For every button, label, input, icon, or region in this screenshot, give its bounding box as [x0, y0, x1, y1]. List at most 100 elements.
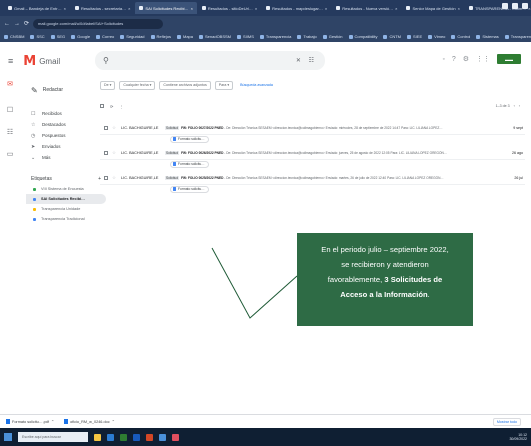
- tab-close-icon[interactable]: ×: [458, 6, 460, 11]
- download-item[interactable]: Formato solicitu….pdf ⌃: [6, 419, 54, 424]
- rail-meet[interactable]: ▭: [4, 150, 16, 158]
- attachment-chip[interactable]: Formato solicitu…: [170, 135, 209, 143]
- email-row[interactable]: ☆ LIC. BACHIGUIRE,LE Solicitud FW: FOLIO 00…: [100, 147, 525, 160]
- tab-close-icon[interactable]: ×: [64, 6, 66, 11]
- search-icon[interactable]: ⚲: [103, 56, 109, 65]
- bookmark-item[interactable]: SEG: [50, 34, 65, 39]
- apps-icon[interactable]: ⋮⋮: [476, 55, 490, 63]
- refresh-icon[interactable]: ⟳: [110, 104, 113, 109]
- search-input[interactable]: ⚲ ✕ ☷: [95, 51, 325, 70]
- attachment-chip[interactable]: Formato solicitu…: [170, 185, 209, 193]
- gmail-logo[interactable]: M Gmail: [23, 54, 60, 69]
- rail-mail[interactable]: ✉: [4, 80, 16, 88]
- chevron-up-icon[interactable]: ⌃: [51, 419, 54, 424]
- tab-close-icon[interactable]: ×: [191, 6, 193, 11]
- label-item[interactable]: Transparencia Unidade: [26, 204, 106, 214]
- email-row[interactable]: ☆ LIC. BACHIGUIRE,LE Solicitud FW: FOLIO 00…: [100, 122, 525, 135]
- download-item[interactable]: oficio_RM_w_0246.doc ⌃: [64, 419, 115, 424]
- bookmark-item[interactable]: CNSBM: [4, 34, 24, 39]
- rail-chat[interactable]: ☐: [4, 106, 16, 114]
- bookmark-item[interactable]: Gestión: [322, 34, 343, 39]
- search-options-icon[interactable]: ✕ ☷: [296, 57, 317, 64]
- more-icon[interactable]: ⋮: [119, 104, 123, 109]
- browser-tab[interactable]: Senior Mapa de Gestión ×: [402, 2, 463, 14]
- filter-chip[interactable]: Para ▾: [214, 80, 234, 90]
- browser-tab[interactable]: Resultados - mapdeslugar… ×: [262, 2, 331, 14]
- chrome-icon[interactable]: [159, 433, 166, 441]
- label-item[interactable]: Transparencia Tradicional: [26, 214, 106, 224]
- star-icon[interactable]: ☆: [112, 150, 116, 156]
- star-icon[interactable]: ☆: [112, 175, 116, 181]
- app-icon[interactable]: [172, 433, 179, 441]
- filter-chip[interactable]: De ▾: [100, 80, 116, 90]
- prev-page-icon[interactable]: ‹: [514, 104, 515, 108]
- nav-item[interactable]: ⌄ Más: [26, 152, 106, 163]
- bookmark-item[interactable]: Transparencia: [259, 34, 291, 39]
- browser-tab[interactable]: SAI Solicitudes Recibi… ×: [135, 2, 197, 14]
- bookmark-item[interactable]: SenadOBSSM: [199, 34, 231, 39]
- email-row[interactable]: ☆ LIC. BACHIGUIRE,LE Solicitud FW: FOLIO 00…: [100, 172, 525, 185]
- powerpoint-icon[interactable]: [146, 433, 153, 441]
- bookmark-item[interactable]: Vimeo: [428, 34, 445, 39]
- bookmark-item[interactable]: Transparencia Municipal: [504, 34, 531, 39]
- bookmark-item[interactable]: Sistemas: [476, 34, 499, 39]
- bookmark-item[interactable]: Seguridad: [120, 34, 145, 39]
- file-explorer-icon[interactable]: [94, 433, 101, 441]
- bookmark-item[interactable]: SSC: [30, 34, 45, 39]
- taskbar-clock[interactable]: 10:12 30/09/2022: [509, 433, 527, 441]
- minimize-icon[interactable]: [502, 3, 508, 9]
- tab-close-icon[interactable]: ×: [325, 6, 327, 11]
- bookmark-item[interactable]: Google: [71, 34, 90, 39]
- advanced-search-link[interactable]: Búsqueda avanzada: [237, 81, 276, 90]
- back-icon[interactable]: ←: [4, 21, 10, 27]
- word-icon[interactable]: [133, 433, 140, 441]
- select-all-checkbox[interactable]: [100, 104, 104, 108]
- tab-close-icon[interactable]: ×: [128, 6, 130, 11]
- compose-button[interactable]: ✎ Redactar: [26, 80, 78, 100]
- email-checkbox[interactable]: [104, 151, 108, 155]
- label-item[interactable]: SAI Solicitudes Recibi…: [26, 194, 106, 204]
- help-icon[interactable]: ?: [452, 56, 456, 63]
- windows-start-icon[interactable]: [4, 433, 12, 441]
- forward-icon[interactable]: →: [14, 21, 20, 27]
- bookmark-item[interactable]: Reflejos: [150, 34, 171, 39]
- nav-item[interactable]: ◷ Pospuestos: [26, 130, 106, 141]
- tab-close-icon[interactable]: ×: [528, 6, 530, 11]
- browser-tab[interactable]: Gmail – Bandeja de Entr… ×: [4, 2, 70, 14]
- email-label-tag[interactable]: Solicitud: [165, 126, 180, 130]
- browser-tab[interactable]: Resultados - Nueva versió… ×: [332, 2, 401, 14]
- next-page-icon[interactable]: ›: [519, 104, 520, 108]
- browser-tab[interactable]: Resultados - sitioDeUrl… ×: [198, 2, 261, 14]
- tab-close-icon[interactable]: ×: [255, 6, 257, 11]
- excel-icon[interactable]: [120, 433, 127, 441]
- browser-tab[interactable]: Resultados - secretaria… ×: [71, 2, 134, 14]
- nav-item[interactable]: ➤ Enviados: [26, 141, 106, 152]
- bookmark-item[interactable]: Correo: [96, 34, 114, 39]
- close-icon[interactable]: [522, 3, 528, 9]
- email-checkbox[interactable]: [104, 176, 108, 180]
- attachment-chip[interactable]: Formato solicitu…: [170, 160, 209, 168]
- menu-icon[interactable]: ≡: [8, 56, 13, 66]
- bookmark-item[interactable]: Trabajo: [297, 34, 317, 39]
- bookmark-item[interactable]: Control: [451, 34, 470, 39]
- star-icon[interactable]: ☆: [112, 125, 116, 131]
- url-input[interactable]: mail.google.com/mail/u/0/#label/SAI+Soli…: [33, 18, 164, 29]
- reload-icon[interactable]: ⟳: [24, 20, 29, 27]
- maximize-icon[interactable]: [512, 3, 518, 9]
- email-label-tag[interactable]: Solicitud: [165, 176, 180, 180]
- bookmark-item[interactable]: CNTM: [383, 34, 401, 39]
- status-icon[interactable]: ◦: [442, 56, 444, 63]
- email-checkbox[interactable]: [104, 126, 108, 130]
- nav-item[interactable]: ☆ Destacados: [26, 119, 106, 130]
- tab-close-icon[interactable]: ×: [395, 6, 397, 11]
- bookmark-item[interactable]: Compatibility: [348, 34, 377, 39]
- email-label-tag[interactable]: Solicitud: [165, 151, 180, 155]
- account-logo[interactable]: ▬▬: [497, 54, 521, 64]
- chevron-up-icon[interactable]: ⌃: [112, 419, 115, 424]
- taskbar-search-input[interactable]: Escribe aquí para buscar: [18, 432, 88, 442]
- bookmark-item[interactable]: SIEE: [407, 34, 422, 39]
- rail-spaces[interactable]: ☷: [4, 128, 16, 136]
- bookmark-item[interactable]: SIIMS: [237, 34, 254, 39]
- nav-item[interactable]: ☐ Recibidos: [26, 108, 106, 119]
- label-item[interactable]: VIII Sistema de Encuesta: [26, 184, 106, 194]
